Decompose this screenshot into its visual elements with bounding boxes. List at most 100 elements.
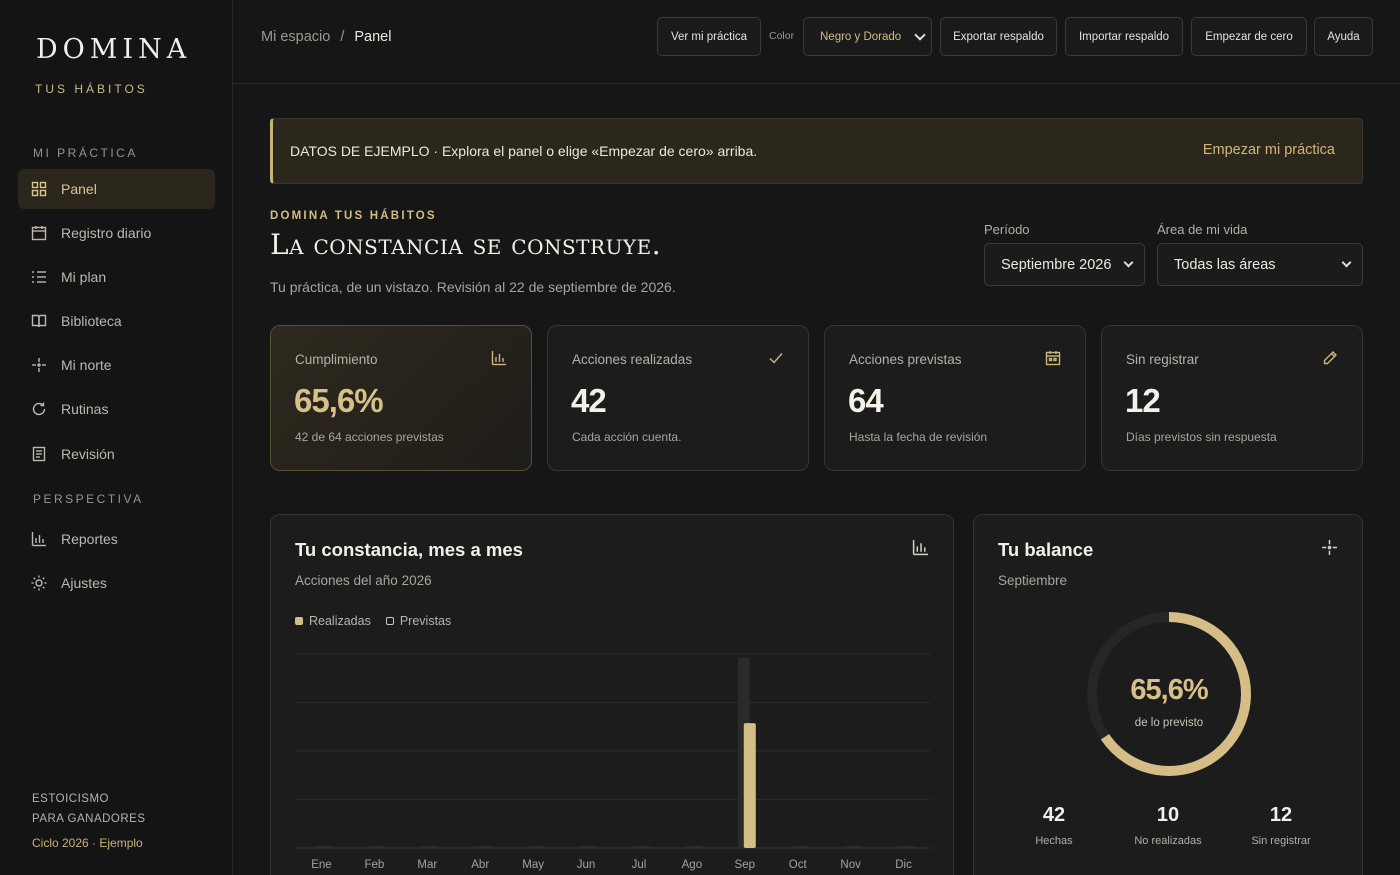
page-eyebrow: DOMINA TUS HÁBITOS <box>270 210 437 222</box>
page-title: La constancia se construye. <box>270 228 662 261</box>
balance-donut-chart: 65,6% de lo previsto <box>1087 612 1251 776</box>
bar-done <box>690 846 703 848</box>
list-icon <box>31 269 47 285</box>
legend-label-planned: Previstas <box>399 614 452 628</box>
topbar: Mi espacio / Panel Ver mi práctica Color N… <box>233 0 1400 84</box>
kpi-card-compliance: Cumplimiento 65,6% 42 de 64 acciones pre… <box>270 325 532 471</box>
calendar-icon <box>31 225 47 241</box>
kpi-label: Cumplimiento <box>295 352 378 367</box>
x-tick-label: Mar <box>417 859 437 871</box>
start-practice-link[interactable]: Empezar mi práctica <box>1203 142 1335 158</box>
balance-title: Tu balance <box>998 539 1094 560</box>
bar-done <box>426 846 439 848</box>
bar-done <box>902 846 915 848</box>
donut-caption: de lo previsto <box>1135 717 1203 729</box>
bar-done <box>796 846 809 848</box>
legend-label-done: Realizadas <box>309 614 371 628</box>
sidebar-item-registro[interactable]: Registro diario <box>18 213 215 253</box>
balance-panel: Tu balance Septiembre 65,6% de lo previs… <box>973 514 1363 875</box>
sidebar-item-label: Revisión <box>61 446 115 462</box>
period-select[interactable]: Septiembre 2026 <box>984 243 1145 286</box>
sidebar-item-plan[interactable]: Mi plan <box>18 257 215 297</box>
bar-chart-icon <box>491 350 507 366</box>
kpi-card-done: Acciones realizadas 42 Cada acción cuent… <box>547 325 809 471</box>
chevron-down-icon <box>1123 257 1134 268</box>
sidebar-item-label: Registro diario <box>61 225 152 241</box>
kpi-note: Cada acción cuenta. <box>572 430 682 444</box>
color-select-value: Negro y Dorado <box>820 30 902 43</box>
sidebar-item-norte[interactable]: Mi norte <box>18 345 215 385</box>
area-select[interactable]: Todas las áreas <box>1157 243 1363 286</box>
reset-button[interactable]: Empezar de cero <box>1191 17 1307 56</box>
page-subtitle: Tu práctica, de un vistazo. Revisión al … <box>270 279 676 295</box>
area-label: Área de mi vida <box>1157 222 1248 237</box>
sidebar-item-label: Reportes <box>61 531 118 547</box>
bar-chart-icon[interactable] <box>912 539 929 556</box>
breadcrumb-root[interactable]: Mi espacio <box>261 29 330 45</box>
monthly-chart-subtitle: Acciones del año 2026 <box>295 573 432 588</box>
sidebar-item-label: Panel <box>61 181 97 197</box>
chevron-down-icon <box>1341 257 1352 268</box>
breadcrumb-separator: / <box>340 29 345 45</box>
x-tick-label: Ene <box>311 859 331 871</box>
sidebar-item-rutinas[interactable]: Rutinas <box>18 389 215 429</box>
kpi-card-unregistered: Sin registrar 12 Días previstos sin resp… <box>1101 325 1363 471</box>
kpi-value: 65,6% <box>294 382 384 419</box>
monthly-bar-chart: Ene Feb Mar Abr May Jun Jul Ago Sep Oct Nov Dic <box>295 653 930 871</box>
kpi-label: Sin registrar <box>1126 352 1199 367</box>
compass-icon[interactable] <box>1321 539 1338 556</box>
kpi-note: Días previstos sin respuesta <box>1126 430 1277 444</box>
kpi-note: Hasta la fecha de revisión <box>849 430 988 444</box>
brand-logo: DOMINA <box>36 34 192 65</box>
view-practice-button[interactable]: Ver mi práctica <box>657 17 761 56</box>
footer-line-1: ESTOICISMO <box>32 793 109 805</box>
sidebar: DOMINA TUS HÁBITOS MI PRÁCTICA Panel Reg… <box>0 0 233 875</box>
bar-chart-icon <box>31 531 47 547</box>
sidebar-item-label: Mi plan <box>61 269 107 285</box>
banner-text: DATOS DE EJEMPLO · Explora el panel o el… <box>290 143 758 159</box>
stat-done: 42 Hechas <box>1004 804 1104 847</box>
bar-done <box>849 846 862 848</box>
book-icon <box>31 313 47 329</box>
bar-done <box>479 846 492 848</box>
sidebar-item-reportes[interactable]: Reportes <box>18 519 215 559</box>
kpi-value: 64 <box>848 382 884 419</box>
compass-icon <box>31 357 47 373</box>
stat-value: 10 <box>1156 804 1180 826</box>
x-tick-label: Dic <box>895 859 912 871</box>
donut-percent: 65,6% <box>1130 674 1208 706</box>
bar-done <box>532 846 545 848</box>
x-tick-label: Feb <box>364 859 384 871</box>
sample-data-banner: DATOS DE EJEMPLO · Explora el panel o el… <box>270 118 1363 184</box>
color-label: Color <box>769 30 795 42</box>
stat-label: Sin registrar <box>1251 835 1311 847</box>
import-backup-button[interactable]: Importar respaldo <box>1065 17 1183 56</box>
monthly-chart-title: Tu constancia, mes a mes <box>295 539 523 560</box>
sidebar-item-biblioteca[interactable]: Biblioteca <box>18 301 215 341</box>
stat-value: 12 <box>1269 804 1293 826</box>
chart-legend: Realizadas Previstas <box>295 614 451 628</box>
sidebar-item-revision[interactable]: Revisión <box>18 434 215 474</box>
x-tick-label: Abr <box>471 859 489 871</box>
breadcrumb-current: Panel <box>354 29 392 45</box>
period-label: Período <box>984 222 1030 237</box>
sidebar-item-ajustes[interactable]: Ajustes <box>18 563 215 603</box>
help-button[interactable]: Ayuda <box>1314 17 1373 56</box>
sidebar-item-label: Rutinas <box>61 401 109 417</box>
stat-label: Hechas <box>1035 835 1073 847</box>
balance-subtitle: Septiembre <box>998 573 1068 588</box>
chevron-down-icon <box>914 29 926 41</box>
bar-done <box>320 846 333 848</box>
sidebar-item-panel[interactable]: Panel <box>18 169 215 209</box>
color-select[interactable]: Negro y Dorado <box>803 17 932 56</box>
breadcrumb: Mi espacio / Panel <box>261 29 391 45</box>
bar-done <box>637 846 650 848</box>
stat-value: 42 <box>1042 804 1066 826</box>
sidebar-footer-tagline: ESTOICISMO PARA GANADORES <box>32 789 146 829</box>
x-tick-label: Ago <box>682 859 702 871</box>
kpi-label: Acciones previstas <box>849 352 962 367</box>
export-backup-button[interactable]: Exportar respaldo <box>940 17 1057 56</box>
check-icon <box>768 350 784 366</box>
brand-subtitle: TUS HÁBITOS <box>35 82 148 96</box>
sidebar-item-label: Ajustes <box>61 575 107 591</box>
